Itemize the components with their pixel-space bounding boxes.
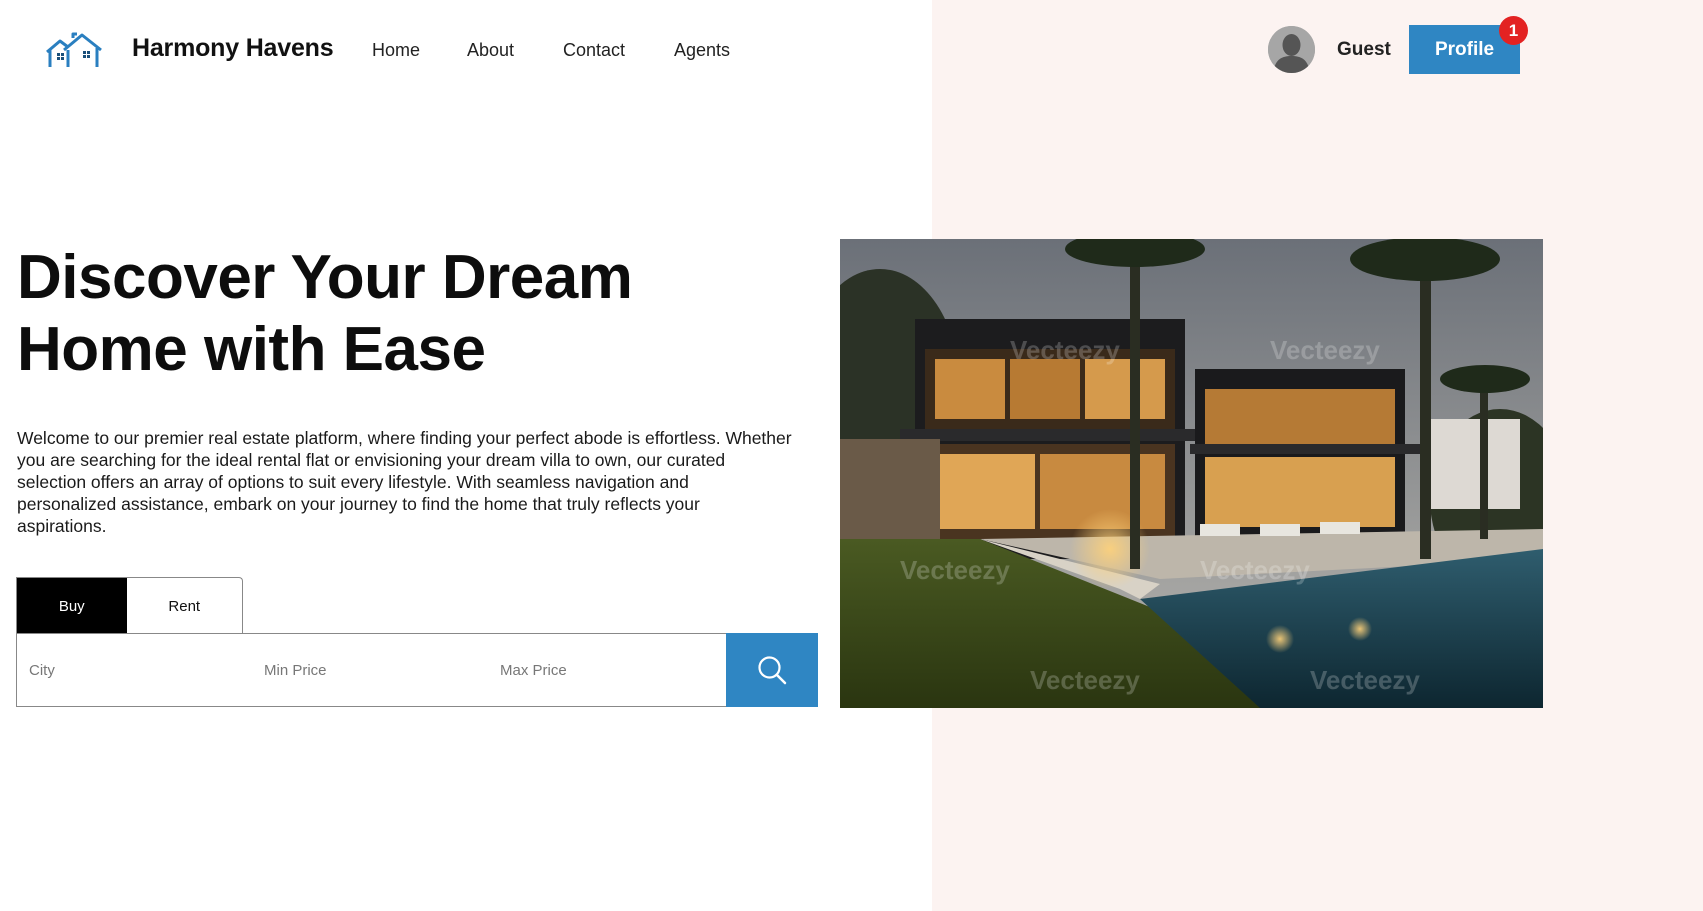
- svg-text:Vecteezy: Vecteezy: [1030, 665, 1140, 695]
- svg-text:Vecteezy: Vecteezy: [900, 555, 1010, 585]
- nav-about[interactable]: About: [467, 40, 514, 61]
- svg-text:Vecteezy: Vecteezy: [1310, 665, 1420, 695]
- tab-rent[interactable]: Rent: [127, 578, 242, 634]
- user-avatar-icon[interactable]: [1268, 26, 1315, 73]
- svg-text:Vecteezy: Vecteezy: [1270, 335, 1380, 365]
- notification-badge[interactable]: 1: [1499, 16, 1528, 45]
- svg-text:Vecteezy: Vecteezy: [1200, 555, 1310, 585]
- hero-description: Welcome to our premier real estate platf…: [17, 428, 792, 536]
- hero-title: Discover Your Dream Home with Ease: [17, 243, 633, 384]
- min-price-input[interactable]: [264, 634, 484, 706]
- house-logo-icon[interactable]: [44, 30, 104, 70]
- listing-type-tabs: Buy Rent: [16, 577, 243, 634]
- max-price-input[interactable]: [500, 634, 720, 706]
- search-form: [16, 633, 818, 707]
- nav-contact[interactable]: Contact: [563, 40, 625, 61]
- brand-name[interactable]: Harmony Havens: [132, 34, 334, 63]
- nav-home[interactable]: Home: [372, 40, 420, 61]
- nav-agents[interactable]: Agents: [674, 40, 730, 61]
- city-input[interactable]: [29, 634, 249, 706]
- hero-house-image: Vecteezy Vecteezy Vecteezy Vecteezy Vect…: [840, 239, 1543, 708]
- search-button[interactable]: [726, 633, 818, 707]
- svg-text:Vecteezy: Vecteezy: [1010, 335, 1120, 365]
- user-name: Guest: [1337, 39, 1391, 60]
- tab-buy[interactable]: Buy: [17, 578, 127, 634]
- search-icon: [758, 656, 787, 685]
